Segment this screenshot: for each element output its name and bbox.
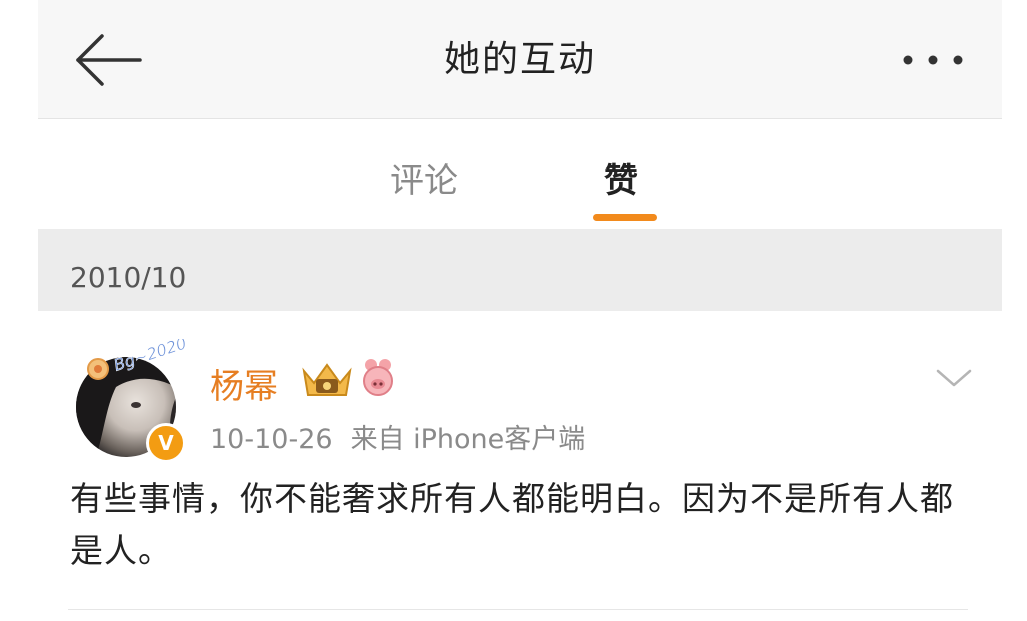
post-timestamp: 10-10-26 [210, 424, 333, 455]
post-username[interactable]: 杨幂 [210, 359, 278, 408]
tab-likes[interactable]: 赞 [604, 153, 638, 202]
verified-badge: V [146, 423, 186, 463]
avatar-caption: Bg~2020 [111, 339, 188, 375]
crown-badge-icon [302, 363, 352, 396]
top-navigation-bar: 她的互动 [38, 0, 1002, 119]
tab-bar: 评论 赞 [38, 119, 1002, 229]
pig-badge-icon [363, 359, 393, 396]
interactions-page: 她的互动 评论 赞 2010/10 Bg~2020 V 杨幂 10-10-26 … [38, 0, 1002, 621]
chevron-down-icon [936, 369, 972, 387]
tab-comments[interactable]: 评论 [390, 153, 458, 202]
active-tab-indicator [593, 214, 657, 221]
more-options-button[interactable] [898, 40, 968, 80]
post-options-chevron[interactable] [934, 363, 974, 393]
post-meta: 10-10-26 来自 iPhone客户端 [210, 417, 585, 456]
avatar-frame-decoration: Bg~2020 [87, 339, 189, 380]
post-body-text: 有些事情，你不能奢求所有人都能明白。因为不是所有人都是人。 [70, 479, 954, 570]
liked-post-card[interactable]: Bg~2020 V 杨幂 10-10-26 来自 iPhone客户端 有些事情，你… [38, 311, 1002, 621]
date-group-label: 2010/10 [70, 261, 187, 294]
page-title: 她的互动 [443, 39, 596, 80]
divider [68, 609, 968, 610]
post-source[interactable]: 来自 iPhone客户端 [351, 424, 586, 455]
date-group-header: 2010/10 [38, 229, 1002, 311]
more-dots-icon [903, 55, 963, 65]
